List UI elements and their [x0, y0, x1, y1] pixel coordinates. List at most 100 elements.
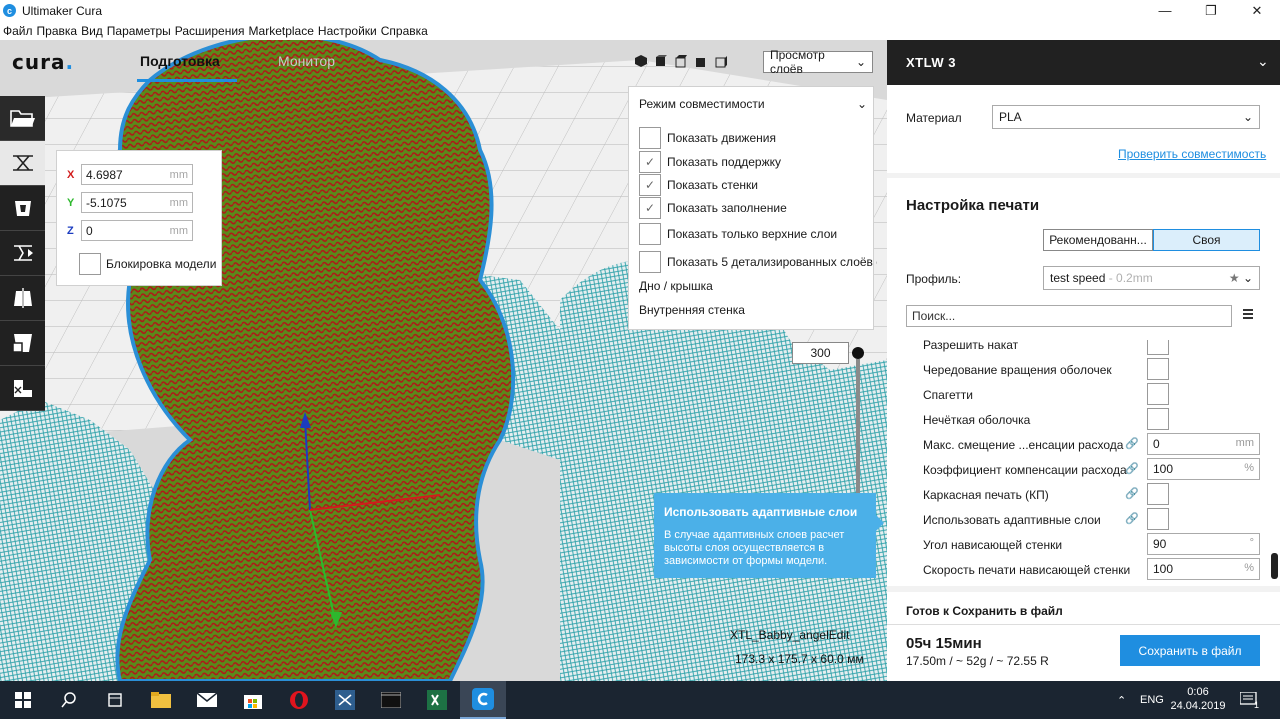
- custom-mode-button[interactable]: Своя: [1153, 229, 1260, 251]
- view-top-icon[interactable]: [674, 54, 688, 68]
- opera-icon[interactable]: [276, 681, 322, 719]
- detailed-layers-checkbox[interactable]: [639, 251, 661, 273]
- view-3d-icon[interactable]: [634, 54, 648, 68]
- setting-checkbox[interactable]: [1147, 483, 1169, 505]
- link-icon[interactable]: 🔗: [1125, 487, 1139, 500]
- menu-extensions[interactable]: Расширения: [175, 24, 245, 38]
- z-coord-input[interactable]: 0 mm: [81, 220, 193, 241]
- print-stats: 17.50m / ~ 52g / ~ 72.55 R: [906, 654, 1049, 668]
- print-time: 05ч 15мин: [906, 635, 982, 652]
- setting-checkbox[interactable]: [1147, 508, 1169, 530]
- menu-preferences[interactable]: Настройки: [318, 24, 377, 38]
- setting-field[interactable]: 100 %: [1147, 558, 1260, 580]
- file-explorer-icon[interactable]: [138, 681, 184, 719]
- visual-studio-icon[interactable]: [322, 681, 368, 719]
- settings-search-input[interactable]: Поиск...: [906, 305, 1232, 327]
- link-icon[interactable]: 🔗: [1125, 437, 1139, 450]
- object-name[interactable]: XTL_Babby_angelEdit: [730, 628, 849, 642]
- tab-monitor[interactable]: Монитор: [278, 53, 335, 69]
- x-unit: mm: [169, 168, 188, 181]
- profile-dropdown[interactable]: test speed - 0.2mm ★ ⌄: [1043, 266, 1260, 290]
- setting-field[interactable]: 100 %: [1147, 458, 1260, 480]
- setting-field[interactable]: 90 °: [1147, 533, 1260, 555]
- x-coord-input[interactable]: 4.6987 mm: [81, 164, 193, 185]
- menu-view[interactable]: Вид: [81, 24, 103, 38]
- window-controls: — ❐ ✕: [1142, 0, 1280, 21]
- setting-checkbox[interactable]: [1147, 383, 1169, 405]
- settings-scrollbar[interactable]: [1271, 553, 1278, 579]
- cura-taskbar-icon[interactable]: [460, 681, 506, 719]
- settings-list[interactable]: Разрешить накат Чередование вращения обо…: [887, 340, 1280, 586]
- language-indicator[interactable]: ENG: [1140, 681, 1164, 719]
- link-icon[interactable]: 🔗: [1125, 462, 1139, 475]
- tray-chevron-icon[interactable]: ⌃: [1117, 681, 1126, 719]
- restore-icon[interactable]: ❐: [1188, 0, 1234, 21]
- clock[interactable]: 0:06 24.04.2019: [1167, 685, 1229, 713]
- minimize-icon[interactable]: —: [1142, 0, 1188, 21]
- menu-settings[interactable]: Параметры: [107, 24, 171, 38]
- view-left-icon[interactable]: [694, 54, 708, 68]
- taskbar: ⌃ ENG 0:06 24.04.2019 1: [0, 681, 1280, 719]
- view-front-icon[interactable]: [654, 54, 668, 68]
- profile-value: test speed: [1050, 271, 1106, 285]
- setting-name: Коэффициент компенсации расхода: [923, 463, 1127, 477]
- mirror-tool-button[interactable]: [0, 276, 45, 321]
- setting-row: Чередование вращения оболочек: [887, 358, 1280, 383]
- show-travels-checkbox[interactable]: [639, 127, 661, 149]
- star-icon[interactable]: ★: [1229, 271, 1240, 285]
- show-support-checkbox[interactable]: ✓: [639, 151, 661, 173]
- settings-menu-icon[interactable]: [1243, 309, 1253, 319]
- mail-icon[interactable]: [184, 681, 230, 719]
- layer-number-input[interactable]: 300: [792, 342, 849, 364]
- per-model-settings-button[interactable]: [0, 321, 45, 366]
- link-icon[interactable]: 🔗: [1125, 512, 1139, 525]
- show-infill-checkbox[interactable]: ✓: [639, 197, 661, 219]
- option-show-infill[interactable]: ✓ Показать заполнение: [639, 197, 787, 219]
- color-scheme-dropdown[interactable]: Режим совместимости ⌄: [639, 97, 867, 111]
- check-compatibility-link[interactable]: Проверить совместимость: [1118, 147, 1266, 161]
- search-icon[interactable]: [46, 681, 92, 719]
- lock-model-checkbox[interactable]: [79, 253, 101, 275]
- setting-name: Использовать адаптивные слои: [923, 513, 1101, 527]
- layer-slider-track[interactable]: [856, 359, 860, 499]
- show-walls-checkbox[interactable]: ✓: [639, 174, 661, 196]
- menu-marketplace[interactable]: Marketplace: [249, 24, 314, 38]
- setting-checkbox[interactable]: [1147, 408, 1169, 430]
- view-type-dropdown[interactable]: Просмотр слоёв ⌄: [763, 48, 873, 76]
- support-blocker-button[interactable]: [0, 366, 45, 411]
- open-file-button[interactable]: [0, 96, 45, 141]
- save-to-file-button[interactable]: Сохранить в файл: [1120, 635, 1260, 666]
- check-icon: ✓: [644, 201, 656, 215]
- setting-tooltip: Использовать адаптивные слои В случае ад…: [654, 493, 876, 578]
- notifications-icon[interactable]: 1: [1240, 681, 1259, 719]
- setting-field[interactable]: 0 mm: [1147, 433, 1260, 455]
- menu-help[interactable]: Справка: [381, 24, 428, 38]
- view-right-icon[interactable]: [714, 54, 728, 68]
- rotate-tool-button[interactable]: [0, 231, 45, 276]
- terminal-icon[interactable]: [368, 681, 414, 719]
- store-icon[interactable]: [230, 681, 276, 719]
- top-layers-checkbox[interactable]: [639, 223, 661, 245]
- printer-selector[interactable]: XTLW 3 ⌄: [887, 40, 1280, 85]
- tab-prepare[interactable]: Подготовка: [140, 53, 220, 69]
- option-top-layers-only[interactable]: Показать только верхние слои: [639, 223, 837, 245]
- option-show-travels[interactable]: Показать движения: [639, 127, 776, 149]
- windows-start-icon[interactable]: [0, 681, 46, 719]
- excel-icon[interactable]: [414, 681, 460, 719]
- layer-slider-handle[interactable]: [852, 347, 864, 359]
- move-icon: [12, 155, 33, 171]
- recommended-mode-button[interactable]: Рекомендованн...: [1043, 229, 1153, 251]
- task-view-icon[interactable]: [92, 681, 138, 719]
- option-show-walls[interactable]: ✓ Показать стенки: [639, 174, 758, 196]
- scale-tool-button[interactable]: [0, 186, 45, 231]
- close-icon[interactable]: ✕: [1234, 0, 1280, 21]
- menu-edit[interactable]: Правка: [37, 24, 78, 38]
- menu-file[interactable]: Файл: [3, 24, 33, 38]
- y-coord-input[interactable]: -5.1075 mm: [81, 192, 193, 213]
- option-detailed-layers[interactable]: Показать 5 детализированных слоёв св: [639, 251, 877, 273]
- option-show-support[interactable]: ✓ Показать поддержку: [639, 151, 781, 173]
- setting-checkbox[interactable]: [1147, 358, 1169, 380]
- material-dropdown[interactable]: PLA ⌄: [992, 105, 1260, 129]
- setting-checkbox[interactable]: [1147, 340, 1169, 355]
- move-tool-button[interactable]: [0, 141, 45, 186]
